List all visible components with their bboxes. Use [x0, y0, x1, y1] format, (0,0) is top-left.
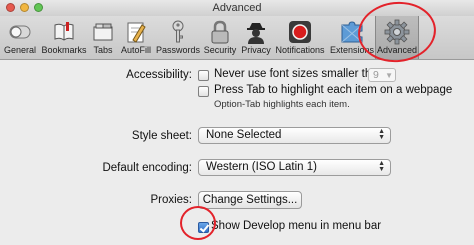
- tab-privacy-label: Privacy: [241, 45, 271, 55]
- switch-icon: [5, 19, 35, 45]
- tab-notifications-label: Notifications: [275, 45, 325, 55]
- show-develop-menu-text: Show Develop menu in menu bar: [211, 220, 382, 232]
- tab-highlight-text: Press Tab to highlight each item on a we…: [214, 84, 453, 96]
- zoom-window-button[interactable]: [34, 3, 43, 12]
- min-font-size-select[interactable]: 9 ▼: [368, 68, 396, 82]
- tab-security[interactable]: Security: [200, 16, 240, 59]
- notification-icon: [285, 19, 315, 45]
- chevron-down-icon: ▼: [385, 71, 393, 80]
- tabs-icon: [88, 19, 118, 45]
- change-proxy-settings-button[interactable]: Change Settings...: [198, 191, 302, 209]
- tab-notifications[interactable]: Notifications: [272, 16, 328, 59]
- tab-tabs[interactable]: Tabs: [90, 16, 116, 59]
- tab-highlight-checkbox[interactable]: [198, 86, 209, 97]
- min-font-size-value: 9: [373, 69, 379, 81]
- style-sheet-popup[interactable]: None Selected ▲ ▼: [198, 127, 391, 144]
- pencil-icon: [121, 19, 151, 45]
- tab-security-label: Security: [203, 45, 237, 55]
- popup-arrows-icon: ▲ ▼: [378, 128, 385, 141]
- tab-tabs-label: Tabs: [93, 45, 113, 55]
- min-font-size-checkbox[interactable]: [198, 70, 209, 81]
- style-sheet-label: Style sheet:: [131, 130, 192, 142]
- book-icon: [49, 19, 79, 45]
- proxies-label: Proxies:: [150, 194, 192, 206]
- default-encoding-value: Western (ISO Latin 1): [206, 161, 317, 173]
- close-window-button[interactable]: [6, 3, 15, 12]
- annotation-circle-develop-checkbox: [180, 206, 216, 240]
- advanced-settings-pane: Accessibility: Never use font sizes smal…: [0, 61, 474, 245]
- minimize-window-button[interactable]: [20, 3, 29, 12]
- min-font-size-text: Never use font sizes smaller than: [214, 68, 385, 80]
- lock-icon: [205, 19, 235, 45]
- preferences-window: Advanced General Bookmarks Tabs AutoFill…: [0, 0, 474, 245]
- tab-bookmarks-label: Bookmarks: [41, 45, 87, 55]
- tab-highlight-note: Option-Tab highlights each item.: [214, 99, 350, 110]
- default-encoding-popup[interactable]: Western (ISO Latin 1) ▲ ▼: [198, 159, 391, 176]
- style-sheet-value: None Selected: [206, 129, 282, 141]
- tab-general-label: General: [3, 45, 37, 55]
- window-controls: [6, 3, 43, 12]
- accessibility-label: Accessibility:: [126, 69, 192, 81]
- tab-privacy[interactable]: Privacy: [240, 16, 272, 59]
- silhouette-icon: [241, 19, 271, 45]
- tab-passwords[interactable]: Passwords: [156, 16, 200, 59]
- tab-autofill-label: AutoFill: [120, 45, 151, 55]
- window-title: Advanced: [212, 2, 262, 14]
- tab-general[interactable]: General: [2, 16, 38, 59]
- tab-bookmarks[interactable]: Bookmarks: [38, 16, 90, 59]
- popup-arrows-icon: ▲ ▼: [378, 160, 385, 173]
- default-encoding-label: Default encoding:: [102, 162, 192, 174]
- tab-autofill[interactable]: AutoFill: [116, 16, 156, 59]
- tab-passwords-label: Passwords: [156, 45, 201, 55]
- key-icon: [163, 19, 193, 45]
